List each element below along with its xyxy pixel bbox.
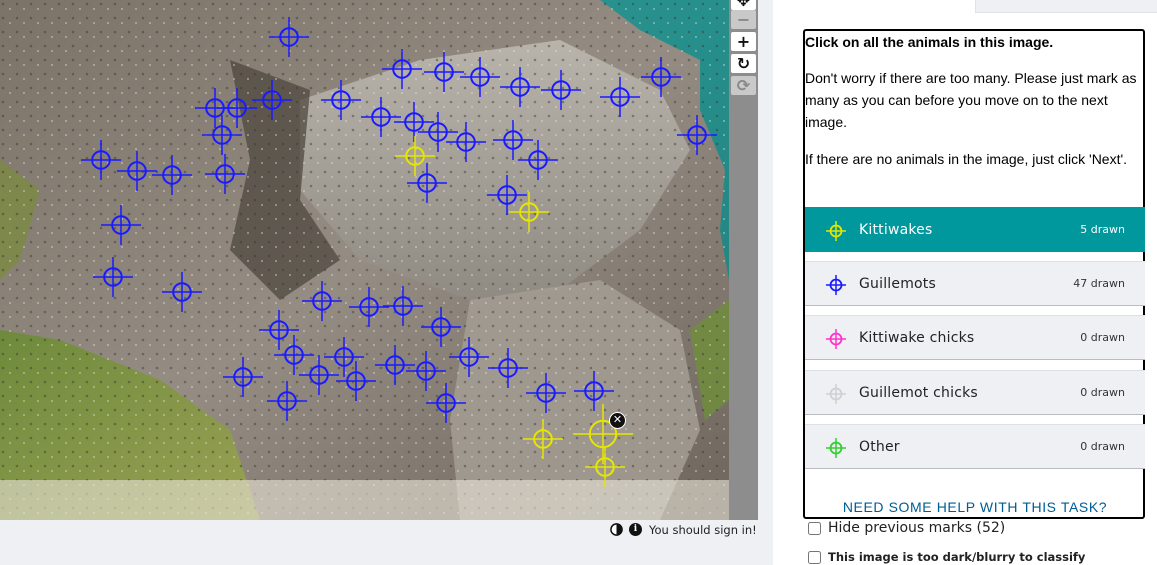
guillemot-mark[interactable] <box>267 381 307 421</box>
answer-count: 0 drawn <box>1080 440 1125 453</box>
crosshair-icon <box>825 437 847 459</box>
answer-count: 0 drawn <box>1080 386 1125 399</box>
kittiwake-mark[interactable] <box>395 136 435 176</box>
hide-previous-marks-checkbox[interactable] <box>808 521 821 535</box>
delete-mark-button[interactable]: ✕ <box>609 412 626 429</box>
info-icon[interactable]: i <box>629 523 642 536</box>
guillemot-mark[interactable] <box>252 80 292 120</box>
guillemot-mark[interactable] <box>426 383 466 423</box>
answer-count: 0 drawn <box>1080 331 1125 344</box>
answer-label: Other <box>859 439 900 455</box>
answer-label: Kittiwakes <box>859 222 933 238</box>
guillemot-mark[interactable] <box>383 286 423 326</box>
image-viewer: ✕ ✥ − + ↻ ⟳ <box>0 0 758 520</box>
answer-kittiwakes[interactable]: Kittiwakes 5 drawn <box>805 207 1145 252</box>
guillemot-mark[interactable] <box>518 140 558 180</box>
task-help-text: If there are no animals in the image, ju… <box>805 151 1128 167</box>
guillemot-mark[interactable] <box>488 348 528 388</box>
zoom-out-icon[interactable]: − <box>731 10 756 29</box>
task-help-link[interactable]: NEED SOME HELP WITH THIS TASK? <box>805 499 1145 515</box>
guillemot-mark[interactable] <box>269 17 309 57</box>
task-box: Click on all the animals in this image. … <box>803 29 1145 519</box>
crosshair-icon <box>825 220 847 242</box>
answer-label: Kittiwake chicks <box>859 330 975 346</box>
task-help-text: Don't worry if there are too many. Pleas… <box>805 70 1137 130</box>
answer-label: Guillemot chicks <box>859 385 978 401</box>
guillemot-mark[interactable] <box>446 122 486 162</box>
zoom-in-icon[interactable]: + <box>731 32 756 51</box>
guillemot-mark[interactable] <box>600 77 640 117</box>
guillemot-mark[interactable] <box>460 57 500 97</box>
answer-guillemot-chicks[interactable]: Guillemot chicks 0 drawn <box>805 370 1145 415</box>
guillemot-mark[interactable] <box>500 67 540 107</box>
guillemot-mark[interactable] <box>205 154 245 194</box>
guillemot-mark[interactable] <box>424 52 464 92</box>
guillemot-mark[interactable] <box>321 80 361 120</box>
kittiwake-mark[interactable] <box>523 419 563 459</box>
guillemot-mark[interactable] <box>526 373 566 413</box>
guillemot-mark[interactable] <box>162 272 202 312</box>
guillemot-mark[interactable] <box>202 115 242 155</box>
guillemot-mark[interactable] <box>101 205 141 245</box>
contrast-icon[interactable] <box>610 523 623 536</box>
crosshair-icon <box>825 383 847 405</box>
rotate-icon[interactable]: ↻ <box>731 54 756 73</box>
sign-in-prompt[interactable]: You should sign in! <box>649 523 757 537</box>
guillemot-mark[interactable] <box>81 140 121 180</box>
guillemot-mark[interactable] <box>449 337 489 377</box>
kittiwake-mark[interactable] <box>509 192 549 232</box>
answer-label: Guillemots <box>859 276 936 292</box>
crosshair-icon <box>825 328 847 350</box>
subject-image[interactable]: ✕ <box>0 0 729 520</box>
answer-guillemots[interactable]: Guillemots 47 drawn <box>805 261 1145 306</box>
too-dark-label: This image is too dark/blurry to classif… <box>828 550 1086 564</box>
answer-kittiwake-chicks[interactable]: Kittiwake chicks 0 drawn <box>805 315 1145 360</box>
too-dark-checkbox[interactable] <box>808 550 821 564</box>
guillemot-mark[interactable] <box>382 49 422 89</box>
guillemot-mark[interactable] <box>641 57 681 97</box>
guillemot-mark[interactable] <box>152 155 192 195</box>
guillemot-mark[interactable] <box>93 257 133 297</box>
image-toolbar: ✥ − + ↻ ⟳ <box>729 0 758 520</box>
answer-count: 47 drawn <box>1073 277 1125 290</box>
guillemot-mark[interactable] <box>302 281 342 321</box>
pan-icon[interactable]: ✥ <box>731 0 756 10</box>
panel-tab-strip <box>975 0 1157 13</box>
crosshair-icon <box>825 274 847 296</box>
hide-previous-marks-option[interactable]: Hide previous marks (52) <box>808 519 1005 537</box>
guillemot-mark[interactable] <box>336 361 376 401</box>
hide-previous-marks-label: Hide previous marks (52) <box>828 520 1006 536</box>
marks-layer[interactable] <box>0 0 729 520</box>
reset-icon[interactable]: ⟳ <box>731 76 756 95</box>
answer-count: 5 drawn <box>1080 223 1125 236</box>
task-instruction: Click on all the animals in this image. <box>805 34 1054 50</box>
answer-other[interactable]: Other 0 drawn <box>805 424 1145 469</box>
classify-page: ✕ ✥ − + ↻ ⟳ i You should sign in! Click … <box>0 0 1157 565</box>
selected-kittiwake-mark[interactable] <box>573 404 633 464</box>
guillemot-mark[interactable] <box>117 151 157 191</box>
too-dark-option[interactable]: This image is too dark/blurry to classif… <box>808 548 1085 565</box>
guillemot-mark[interactable] <box>223 357 263 397</box>
guillemot-mark[interactable] <box>541 70 581 110</box>
guillemot-mark[interactable] <box>677 115 717 155</box>
